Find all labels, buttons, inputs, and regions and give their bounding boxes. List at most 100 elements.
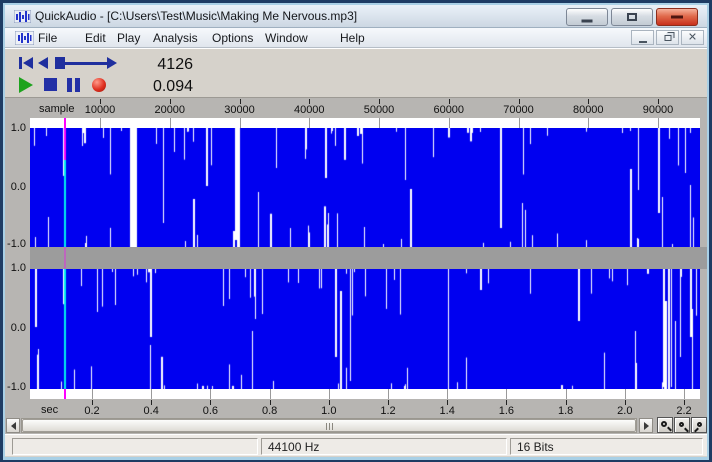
playback-cursor	[64, 247, 66, 269]
scroll-right-button[interactable]	[639, 418, 653, 433]
ruler-tick-label: 0.8	[261, 405, 278, 417]
window-frame: QuickAudio - [C:\Users\Test\Music\Making…	[3, 3, 709, 460]
slider-track[interactable]	[65, 62, 109, 65]
amplitude-label: -1.0	[7, 238, 26, 250]
mdi-minimize-icon	[638, 40, 647, 43]
ruler-tick-label: 2.0	[617, 405, 633, 417]
strip-tick	[92, 389, 93, 399]
app-icon	[14, 10, 31, 23]
strip-tick	[328, 389, 330, 399]
title-bar[interactable]: QuickAudio - [C:\Users\Test\Music\Making…	[5, 5, 707, 28]
status-panel-bitdepth: 16 Bits	[510, 438, 703, 455]
menu-item-play[interactable]: Play	[117, 31, 140, 45]
menu-item-analysis[interactable]: Analysis	[153, 31, 198, 45]
menu-item-help[interactable]: Help	[340, 31, 365, 45]
skip-start-icon	[19, 57, 22, 69]
ruler-tick-label: 0.2	[84, 405, 100, 417]
mdi-restore-button[interactable]	[656, 30, 679, 45]
amplitude-label: 0.0	[10, 322, 26, 334]
ruler-tick-label: 1.6	[498, 405, 515, 417]
close-button[interactable]	[656, 8, 698, 26]
ruler-tick-label: 80000	[572, 104, 604, 116]
waveform-channel-left[interactable]	[30, 128, 700, 247]
scroll-left-button[interactable]	[6, 418, 20, 433]
menu-item-file[interactable]: File	[38, 31, 57, 45]
seconds-unit-label: sec	[41, 404, 59, 416]
ruler-tick-label: 0.6	[202, 405, 219, 417]
strip-tick	[169, 118, 171, 128]
amplitude-label: -1.0	[7, 381, 26, 393]
strip-tick	[388, 389, 389, 399]
thumb-grip-icon	[326, 423, 327, 430]
ruler-tick-label: 90000	[642, 104, 674, 116]
top-marker-strip[interactable]	[30, 118, 700, 128]
ruler-tick-label: 1.2	[380, 405, 396, 417]
window-title: QuickAudio - [C:\Users\Test\Music\Making…	[35, 9, 358, 23]
minimize-button[interactable]	[566, 8, 608, 26]
menu-item-options[interactable]: Options	[212, 31, 253, 45]
magnifier-small-flipped-icon	[697, 422, 702, 427]
magnifier-large-icon	[661, 421, 667, 427]
sample-counter: 4126	[157, 56, 193, 73]
seconds-counter: 0.094	[152, 78, 193, 95]
strip-tick	[448, 118, 450, 128]
ruler-tick-label: 0.4	[143, 405, 159, 417]
amplitude-label: 1.0	[10, 262, 26, 274]
amplitude-label: 0.0	[10, 181, 26, 193]
pause-icon	[67, 78, 72, 92]
mdi-minimize-button[interactable]	[631, 30, 654, 45]
playback-cursor	[64, 389, 66, 399]
magnifier-small-icon	[679, 422, 684, 427]
record-button[interactable]	[92, 78, 106, 92]
ruler-tick-label: 70000	[503, 104, 534, 116]
scrollbar-track[interactable]	[21, 418, 637, 433]
mdi-restore-icon	[664, 34, 671, 41]
transport-toolbar: 4126 0.094	[5, 48, 707, 98]
strip-tick	[239, 118, 241, 128]
minimize-icon	[581, 19, 593, 23]
strip-tick	[624, 389, 626, 399]
waveform-panel: sample 10000 20000 30000 40000 50000 60000 700…	[5, 98, 707, 434]
seconds-ruler: sec 0.2 0.4 0.6 0.8 1.0 1.2 1.4 1.6 1.8 2.0 2.2	[5, 399, 707, 417]
zoom-full-button[interactable]	[657, 417, 673, 433]
menu-item-edit[interactable]: Edit	[85, 31, 106, 45]
ruler-tick-label: 20000	[154, 104, 186, 116]
ruler-tick-label: 1.8	[557, 405, 574, 417]
scroll-right-icon	[644, 422, 649, 430]
ruler-tick-label: 50000	[363, 104, 395, 116]
mdi-close-button[interactable]: ✕	[681, 30, 704, 45]
slider-thumb[interactable]	[55, 57, 65, 69]
zoom-out-button[interactable]	[691, 417, 707, 433]
menu-bar: File Edit Play Analysis Options Window Help ✕	[5, 28, 707, 48]
play-button[interactable]	[19, 77, 33, 93]
position-slider[interactable]	[55, 56, 119, 70]
strip-tick	[309, 118, 311, 128]
step-back-icon[interactable]	[38, 57, 48, 69]
scrollbar-thumb[interactable]	[22, 419, 636, 432]
mdi-close-icon: ✕	[687, 31, 698, 43]
channel-separator	[30, 247, 707, 269]
scrollbar-row	[5, 417, 707, 434]
menu-item-window[interactable]: Window	[265, 31, 308, 45]
status-panel-samplerate: 44100 Hz	[261, 438, 507, 455]
ruler-tick-label: 1.4	[439, 405, 455, 417]
waveform-channel-right[interactable]	[30, 269, 700, 389]
maximize-icon	[627, 13, 637, 21]
strip-tick	[447, 389, 449, 399]
maximize-button[interactable]	[611, 8, 653, 26]
ruler-tick-label: 30000	[224, 104, 255, 116]
playback-cursor	[64, 118, 66, 128]
ruler-tick-label: 40000	[293, 104, 325, 116]
amplitude-label: 1.0	[10, 122, 26, 134]
strip-tick	[100, 118, 101, 128]
zoom-in-button[interactable]	[674, 417, 690, 433]
document-icon[interactable]	[15, 31, 34, 45]
strip-tick	[210, 389, 212, 399]
strip-tick	[151, 389, 153, 399]
strip-tick	[269, 389, 271, 399]
ruler-tick-label: 10000	[84, 104, 116, 116]
strip-tick	[506, 389, 508, 399]
stop-button[interactable]	[44, 78, 57, 91]
pause-button[interactable]	[67, 78, 80, 97]
bottom-marker-strip[interactable]	[30, 389, 700, 399]
